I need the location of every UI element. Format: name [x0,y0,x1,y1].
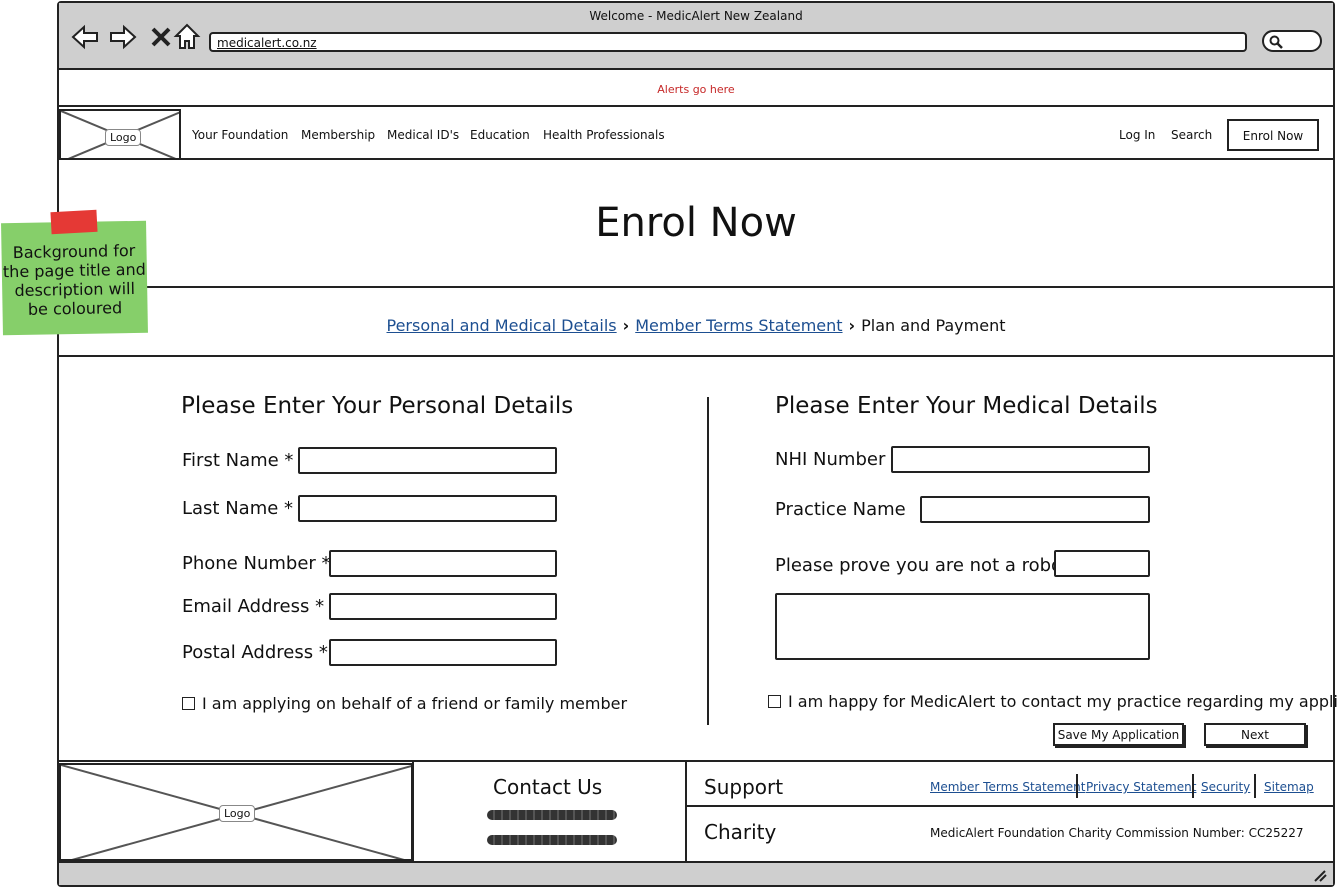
first-name-input[interactable] [298,447,557,474]
search-icon [1269,35,1283,49]
breadcrumb-row: Personal and Medical Details › Member Term… [59,316,1333,335]
contact-us-heading: Contact Us [493,775,603,799]
site-logo[interactable]: Logo [59,109,181,160]
charity-number-text: MedicAlert Foundation Charity Commission… [930,826,1304,840]
link-separator [1076,774,1078,798]
nav-health-professionals[interactable]: Health Professionals [543,128,665,142]
alerts-bar: Alerts go here [59,73,1333,107]
breadcrumb-step-plan-payment: Plan and Payment [861,316,1006,335]
column-divider [707,397,709,725]
footer-logo-label: Logo [219,805,256,822]
nav-membership[interactable]: Membership [301,128,375,142]
nav-your-foundation[interactable]: Your Foundation [192,128,288,142]
url-bar[interactable]: medicalert.co.nz [209,32,1247,52]
search-link[interactable]: Search [1171,128,1212,142]
page-title: Enrol Now [595,200,797,246]
personal-details-heading: Please Enter Your Personal Details [181,393,574,419]
link-separator [1192,774,1194,798]
charity-heading: Charity [704,820,777,844]
captcha-label: Please prove you are not a robot: [775,555,1076,576]
postal-address-input[interactable] [329,639,557,666]
postal-address-label: Postal Address * [182,642,328,663]
nhi-number-label: NHI Number [775,449,886,470]
email-address-label: Email Address * [182,596,325,617]
footer-link-member-terms[interactable]: Member Terms Statement [930,780,1085,794]
footer-link-security[interactable]: Security [1201,780,1250,794]
footer-link-sitemap[interactable]: Sitemap [1264,780,1314,794]
page-hero: Enrol Now [59,162,1333,288]
nhi-number-input[interactable] [891,446,1150,473]
nav-medical-ids[interactable]: Medical ID's [387,128,459,142]
link-separator [1254,774,1256,798]
contact-detail-scribble [487,835,617,845]
medical-details-heading: Please Enter Your Medical Details [775,393,1158,419]
enrol-now-button[interactable]: Enrol Now [1227,119,1319,151]
first-name-label: First Name * [182,450,294,471]
alerts-text: Alerts go here [657,83,735,96]
contact-practice-checkbox[interactable] [768,695,781,708]
behalf-checkbox[interactable] [182,697,195,710]
last-name-input[interactable] [298,495,557,522]
last-name-label: Last Name * [182,498,294,519]
back-arrow-icon[interactable] [71,23,99,51]
behalf-checkbox-label: I am applying on behalf of a friend or f… [202,694,628,713]
chevron-right-icon: › [622,316,630,335]
email-address-input[interactable] [329,593,557,620]
resize-grip-icon[interactable] [1311,867,1329,883]
footer-link-privacy[interactable]: Privacy Statement [1086,780,1196,794]
phone-number-label: Phone Number * [182,553,331,574]
chevron-right-icon: › [848,316,856,335]
footer-top-border [59,760,1333,762]
phone-number-input[interactable] [329,550,557,577]
browser-status-bar [59,861,1333,885]
login-link[interactable]: Log In [1119,128,1155,142]
captcha-image [775,593,1150,660]
browser-search-field[interactable] [1262,30,1322,52]
save-application-button[interactable]: Save My Application [1053,723,1184,746]
close-icon[interactable] [147,23,175,51]
practice-name-label: Practice Name [775,499,906,520]
sticky-note-tape [50,209,98,235]
contact-detail-scribble [487,810,617,820]
browser-chrome: Welcome - MedicAlert New Zealand medical… [59,3,1333,70]
support-heading: Support [704,775,784,799]
breadcrumb-step-member-terms[interactable]: Member Terms Statement [635,316,842,335]
site-header: Logo Your Foundation Membership Medical … [59,109,1333,160]
footer-logo[interactable]: Logo [59,763,413,861]
practice-name-input[interactable] [920,496,1150,523]
logo-label: Logo [105,129,142,146]
breadcrumb-step-personal-medical[interactable]: Personal and Medical Details [387,316,617,335]
sticky-note: Background for the page title and descri… [1,220,148,336]
footer-divider [412,762,414,861]
next-button[interactable]: Next [1204,723,1306,746]
window-title: Welcome - MedicAlert New Zealand [589,9,803,23]
breadcrumb: Personal and Medical Details › Member Term… [59,290,1333,357]
nav-education[interactable]: Education [470,128,530,142]
behalf-checkbox-row[interactable]: I am applying on behalf of a friend or f… [182,694,627,713]
contact-practice-checkbox-row[interactable]: I am happy for MedicAlert to contact my … [768,692,1337,711]
contact-practice-checkbox-label: I am happy for MedicAlert to contact my … [788,692,1337,711]
captcha-input[interactable] [1054,550,1150,577]
forward-arrow-icon[interactable] [109,23,137,51]
home-icon[interactable] [173,23,201,51]
